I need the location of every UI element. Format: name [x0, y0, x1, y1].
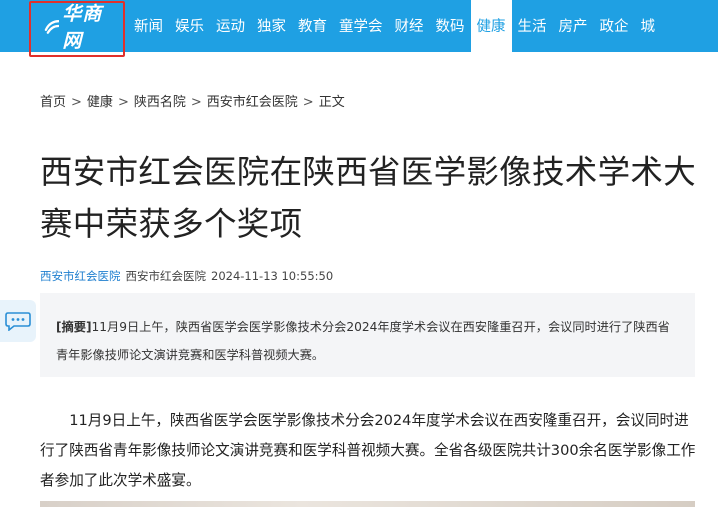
nav-item-3[interactable]: 独家 [251, 0, 292, 52]
nav-menu: 新闻 娱乐 运动 独家 教育 童学会 财经 数码 健康 生活 房产 政企城 [128, 0, 661, 52]
article-image [40, 501, 695, 507]
nav-item-2[interactable]: 运动 [210, 0, 251, 52]
chat-bubble-icon [5, 312, 31, 331]
breadcrumb-separator: > [71, 95, 82, 110]
article-author: 西安市红会医院 [125, 269, 207, 283]
breadcrumb-item-0[interactable]: 首页 [40, 95, 66, 110]
breadcrumb-item-1[interactable]: 健康 [87, 95, 113, 110]
nav-item-0[interactable]: 新闻 [128, 0, 169, 52]
breadcrumb-item-4: 正文 [318, 95, 345, 110]
nav-item-1[interactable]: 娱乐 [169, 0, 210, 52]
nav-item-9[interactable]: 生活 [512, 0, 553, 52]
nav-item-10[interactable]: 房产 [553, 0, 594, 52]
breadcrumb-item-3[interactable]: 西安市红会医院 [207, 95, 298, 110]
page: 华商网 新闻 娱乐 运动 独家 教育 童学会 财经 数码 健康 生活 房产 政企城 首页 > 健康 > 陕西名… [0, 0, 718, 507]
article-meta: 西安市红会医院 西安市红会医院 2024-11-13 10:55:50 [40, 268, 333, 284]
chat-float-button[interactable] [0, 300, 36, 342]
nav-item-11[interactable]: 政企 [594, 0, 635, 52]
summary-tag: [摘要] [56, 320, 92, 334]
nav-item-6[interactable]: 财经 [389, 0, 430, 52]
nav-item-4[interactable]: 教育 [292, 0, 333, 52]
top-nav-bar: 华商网 新闻 娱乐 运动 独家 教育 童学会 财经 数码 健康 生活 房产 政企城 [0, 0, 718, 57]
breadcrumb-separator: > [117, 95, 129, 110]
summary-text: 11月9日上午，陕西省医学会医学影像技术分会2024年度学术会议在西安隆重召开，… [56, 320, 670, 362]
nav-item-12[interactable]: 城 [635, 0, 662, 52]
nav-item-7[interactable]: 数码 [430, 0, 471, 52]
breadcrumb-separator: > [190, 95, 202, 110]
article-body-paragraph: 11月9日上午，陕西省医学会医学影像技术分会2024年度学术会议在西安隆重召开，… [40, 412, 696, 489]
breadcrumb-separator: > [302, 95, 314, 110]
logo-highlight-box [29, 1, 125, 57]
nav-item-8[interactable]: 健康 [470, 0, 512, 52]
breadcrumb-item-2[interactable]: 陕西名院 [134, 95, 186, 110]
article-source-link[interactable]: 西安市红会医院 [40, 269, 121, 283]
breadcrumb: 首页 > 健康 > 陕西名院 > 西安市红会医院 > 正文 [40, 91, 345, 110]
article-datetime: 2024-11-13 10:55:50 [211, 269, 334, 283]
article-summary: [摘要]11月9日上午，陕西省医学会医学影像技术分会2024年度学术会议在西安隆… [40, 293, 695, 377]
article-title: 西安市红会医院在陕西省医学影像技术学术大赛中荣获多个奖项 [40, 153, 697, 243]
nav-item-5[interactable]: 童学会 [333, 0, 389, 52]
